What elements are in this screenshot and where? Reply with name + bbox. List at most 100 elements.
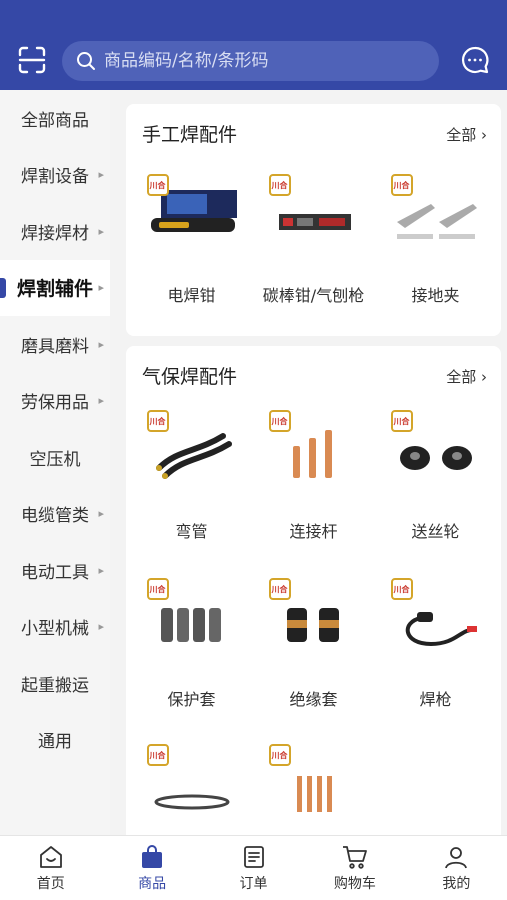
tab-label: 购物车 <box>333 875 376 892</box>
user-icon <box>445 846 468 868</box>
brand-logo: 川合 <box>268 410 291 432</box>
tab-profile[interactable]: 我的 <box>406 836 507 900</box>
product-item[interactable]: 川合 绝缘套 <box>256 578 371 710</box>
product-item[interactable]: 川合 接地夹 <box>378 174 493 306</box>
sidebar-item-welding-materials[interactable]: 焊接焊材 ▸ <box>0 203 110 260</box>
sidebar-item-label: 电动工具 <box>21 562 89 583</box>
tab-label: 订单 <box>239 875 268 892</box>
chevron-right-icon: ▸ <box>98 620 104 634</box>
product-item[interactable]: 川合 保护套 <box>134 578 249 710</box>
product-label: 送丝轮 <box>411 522 460 541</box>
brand-logo: 川合 <box>146 174 169 196</box>
product-image-ground-clamp: 川合 <box>390 174 481 249</box>
product-item[interactable]: 川合 弯管 <box>134 410 249 542</box>
sidebar-item-label: 焊割辅件 <box>16 278 93 301</box>
section-card-manual-welding: 手工焊配件 全部 › 川合 电焊钳 川合 碳棒钳/气刨枪 川合 接地夹 <box>126 104 501 336</box>
brand-logo: 川合 <box>390 578 413 600</box>
section-title: 手工焊配件 <box>142 124 238 146</box>
tab-orders[interactable]: 订单 <box>203 836 304 900</box>
tab-label: 我的 <box>442 875 471 892</box>
chat-icon <box>462 46 489 74</box>
app: 全部商品 焊割设备 ▸ 焊接焊材 ▸ 焊割辅件 ▸ 磨具磨料 ▸ 劳保用品 ▸ 空压机 电… <box>0 0 507 900</box>
product-image-insulating-sleeve: 川合 <box>268 578 359 653</box>
product-image-welding-torch: 川合 <box>390 578 481 653</box>
section-title: 气保焊配件 <box>142 366 238 388</box>
sidebar-item-general[interactable]: 通用 <box>0 712 110 769</box>
product-item[interactable]: 川合 焊枪 <box>378 578 493 710</box>
brand-logo: 川合 <box>146 578 169 600</box>
product-label: 电焊钳 <box>167 286 216 305</box>
chevron-right-icon: ▸ <box>98 281 104 295</box>
sidebar-item-air-compressor[interactable]: 空压机 <box>0 429 110 486</box>
order-icon <box>243 845 264 868</box>
product-label: 绝缘套 <box>289 690 338 709</box>
product-item[interactable]: 川合 送丝轮 <box>378 410 493 542</box>
product-image-contact-tips: 川合 <box>268 744 359 819</box>
product-image-bent-tube: 川合 <box>146 410 237 485</box>
product-image-wire-feed-roller: 川合 <box>390 410 481 485</box>
search-bar[interactable] <box>62 41 439 81</box>
product-label: 焊枪 <box>419 690 452 709</box>
sidebar-item-welding-equipment[interactable]: 焊割设备 ▸ <box>0 147 110 204</box>
header-bar <box>0 0 507 90</box>
tab-home[interactable]: 首页 <box>0 836 101 900</box>
brand-logo: 川合 <box>146 410 169 432</box>
tab-label: 首页 <box>36 875 65 892</box>
view-all-link[interactable]: 全部 › <box>446 366 487 387</box>
product-content: 手工焊配件 全部 › 川合 电焊钳 川合 碳棒钳/气刨枪 川合 接地夹 气保焊配… <box>110 90 507 835</box>
bag-icon <box>142 844 163 868</box>
scan-button[interactable] <box>12 40 52 80</box>
tab-products[interactable]: 商品 <box>101 836 202 900</box>
product-label: 保护套 <box>167 690 216 709</box>
product-image-wire-liner: 川合 <box>146 744 237 819</box>
tab-cart[interactable]: 购物车 <box>304 836 405 900</box>
product-item[interactable]: 川合 碳棒钳/气刨枪 <box>256 174 371 306</box>
sidebar-item-label: 电缆管类 <box>21 506 89 527</box>
sidebar-item-label: 空压机 <box>29 449 81 470</box>
product-item[interactable]: 川合 电焊钳 <box>134 174 249 306</box>
sidebar-item-label: 起重搬运 <box>21 675 89 696</box>
brand-logo: 川合 <box>268 174 291 196</box>
brand-logo: 川合 <box>268 744 291 766</box>
scan-icon <box>18 46 46 74</box>
section-card-gas-shielded-welding: 气保焊配件 全部 › 川合 弯管 川合 连接杆 川合 送丝轮 川合 保护套 川合… <box>126 346 501 835</box>
search-input[interactable] <box>104 51 404 71</box>
sidebar-item-cables[interactable]: 电缆管类 ▸ <box>0 486 110 543</box>
home-icon <box>39 845 62 868</box>
product-item[interactable]: 川合 <box>256 744 371 835</box>
chevron-right-icon: › <box>481 368 487 386</box>
chevron-right-icon: ▸ <box>98 507 104 521</box>
product-image-electrode-holder: 川合 <box>146 174 237 249</box>
cart-icon <box>342 845 367 869</box>
sidebar-item-label: 磨具磨料 <box>21 336 89 357</box>
sidebar-item-all[interactable]: 全部商品 <box>0 90 110 147</box>
tab-label: 商品 <box>138 875 167 892</box>
message-button[interactable] <box>455 40 495 80</box>
chevron-right-icon: ▸ <box>98 563 104 577</box>
sidebar-item-welding-accessories[interactable]: 焊割辅件 ▸ <box>0 259 110 316</box>
sidebar-item-label: 全部商品 <box>21 110 89 131</box>
sidebar-item-label: 焊接焊材 <box>21 223 89 244</box>
chevron-right-icon: ▸ <box>98 394 104 408</box>
brand-logo: 川合 <box>390 174 413 196</box>
product-label: 连接杆 <box>289 522 338 541</box>
product-image-protective-sleeve: 川合 <box>146 578 237 653</box>
sidebar-item-label: 焊割设备 <box>21 167 89 188</box>
sidebar-item-small-machinery[interactable]: 小型机械 ▸ <box>0 599 110 656</box>
chevron-right-icon: ▸ <box>98 224 104 238</box>
sidebar-item-lifting[interactable]: 起重搬运 <box>0 655 110 712</box>
view-all-link[interactable]: 全部 › <box>446 124 487 145</box>
sidebar-item-power-tools[interactable]: 电动工具 ▸ <box>0 542 110 599</box>
search-icon <box>77 52 95 70</box>
brand-logo: 川合 <box>268 578 291 600</box>
chevron-right-icon: ▸ <box>98 168 104 182</box>
sidebar-item-protective-gear[interactable]: 劳保用品 ▸ <box>0 373 110 430</box>
product-item[interactable]: 川合 连接杆 <box>256 410 371 542</box>
brand-logo: 川合 <box>146 744 169 766</box>
sidebar-item-label: 通用 <box>38 732 72 753</box>
product-image-connecting-rod: 川合 <box>268 410 359 485</box>
product-item[interactable]: 川合 <box>134 744 249 835</box>
chevron-right-icon: › <box>481 126 487 144</box>
sidebar-item-abrasives[interactable]: 磨具磨料 ▸ <box>0 316 110 373</box>
brand-logo: 川合 <box>390 410 413 432</box>
